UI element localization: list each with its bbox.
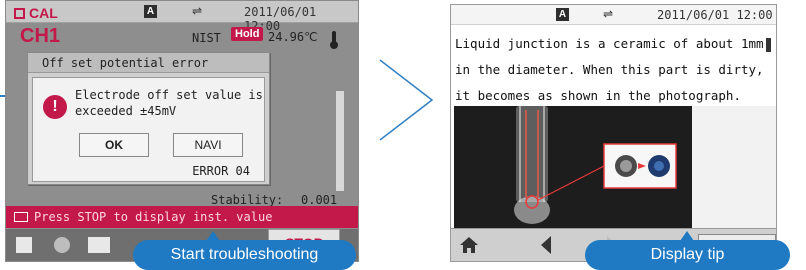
meter-screen-tip: A ⇌ 2011/06/01 12:00 Liquid junction is …: [450, 4, 777, 262]
tip-line: in the diameter. When this part is dirty…: [455, 62, 764, 77]
standard-label: NIST: [192, 31, 221, 45]
usb-icon: ⇌: [192, 4, 203, 18]
thermometer-icon: [330, 31, 338, 49]
tip-line: Liquid junction is a ceramic of about 1m…: [455, 36, 764, 51]
a-badge-icon: A: [144, 5, 157, 18]
status-bar: A ⇌ 2011/06/01 12:00: [451, 5, 776, 25]
data-icon[interactable]: [88, 237, 110, 253]
photo-margin: [692, 106, 776, 228]
menu-icon[interactable]: [16, 237, 32, 253]
temperature-readout: 24.96℃: [268, 30, 318, 44]
channel-label: CH1: [20, 25, 61, 47]
message-bar: Press STOP to display inst. value: [6, 206, 358, 228]
cal-indicator: CAL: [14, 5, 58, 21]
start-troubleshooting-callout: Start troubleshooting: [133, 240, 356, 270]
dialog-message-line1: Electrode off set value is: [75, 88, 263, 102]
display-tip-callout: Display tip: [585, 240, 790, 270]
datetime: 2011/06/01 12:00: [657, 8, 773, 22]
status-bar: CAL A ⇌ 2011/06/01 12:00: [6, 1, 358, 33]
electrode-photo: [454, 106, 692, 228]
dialog-body: ! Electrode off set value is exceeded ±4…: [32, 77, 265, 182]
tip-text: Liquid junction is a ceramic of about 1m…: [455, 31, 764, 109]
home-icon[interactable]: [459, 236, 479, 254]
chevron-right-icon: [379, 59, 434, 141]
a-badge-icon: A: [556, 8, 569, 21]
stability-value: 0.001: [301, 193, 338, 207]
stability-label: Stability:: [211, 193, 284, 207]
meter-screen-error: CAL A ⇌ 2011/06/01 12:00 CH1 NIST Hold 2…: [5, 0, 359, 262]
record-icon[interactable]: [54, 237, 70, 253]
calibration-icon: [14, 8, 25, 19]
ok-button[interactable]: OK: [79, 133, 149, 157]
warning-icon: !: [43, 95, 67, 119]
message-text: Press STOP to display inst. value: [34, 210, 273, 224]
scrollbar[interactable]: [766, 38, 771, 52]
navi-button[interactable]: NAVI: [173, 133, 243, 157]
error-code: ERROR 04: [192, 164, 250, 178]
dialog-message-line2: exceeded ±45mV: [75, 104, 177, 118]
usb-icon: ⇌: [603, 7, 614, 21]
back-arrow-icon[interactable]: [539, 235, 553, 255]
hold-badge: Hold: [231, 27, 264, 41]
alert-icon: [14, 212, 28, 222]
level-bar: [336, 91, 344, 191]
error-dialog: Off set potential error ! Electrode off …: [27, 52, 270, 185]
dialog-title: Off set potential error: [28, 53, 269, 73]
